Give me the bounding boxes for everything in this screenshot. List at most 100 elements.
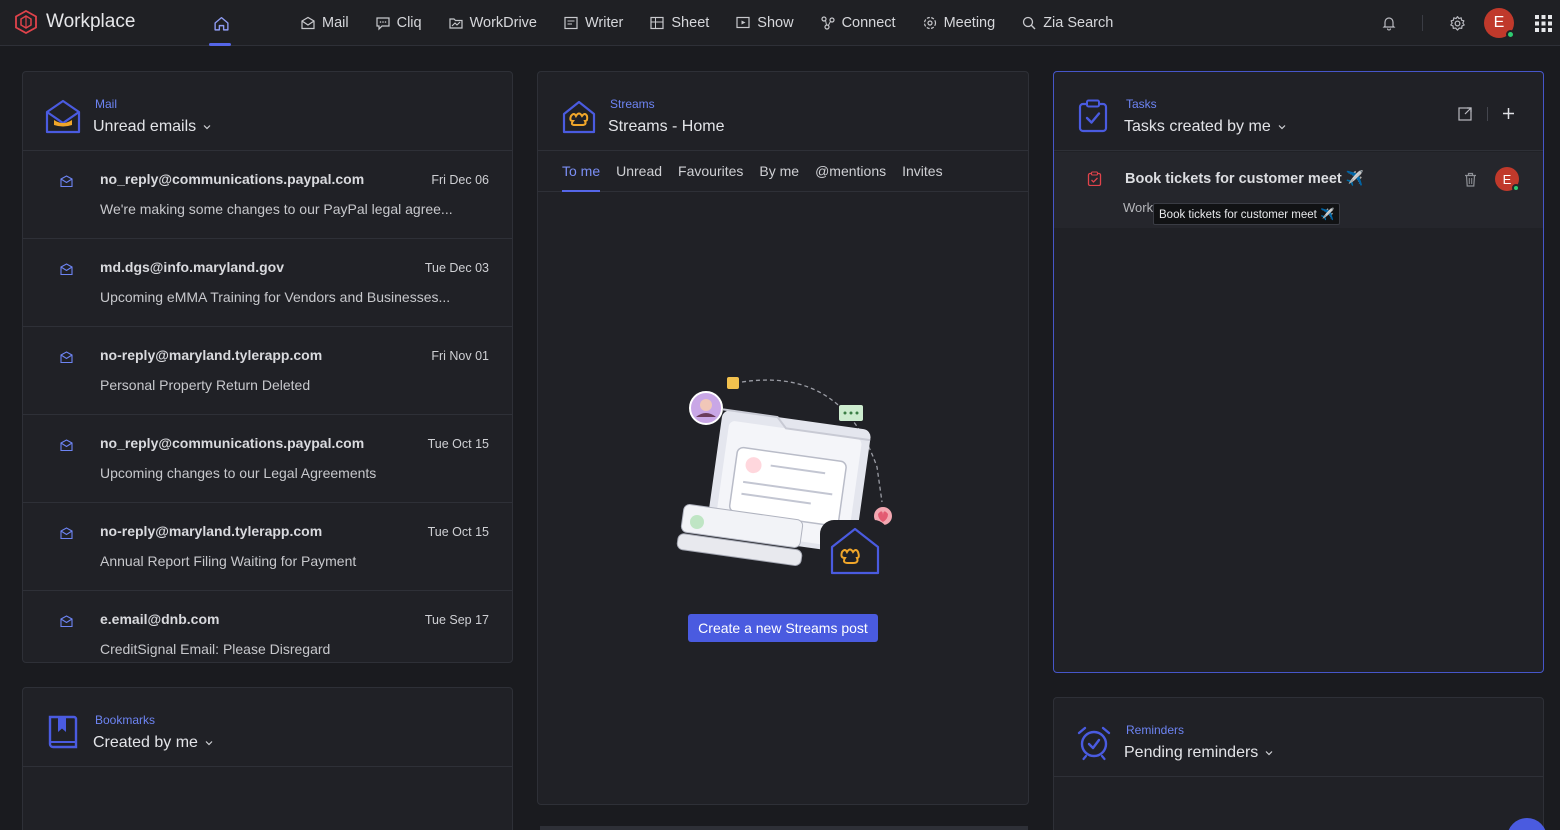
open-external-icon[interactable] (1458, 106, 1473, 121)
task-list-item[interactable]: Book tickets for customer meet ✈️ Work E… (1054, 152, 1543, 228)
mail-subject: Annual Report Filing Waiting for Payment (100, 553, 357, 569)
streams-title: Streams - Home (608, 118, 724, 136)
meeting-icon (923, 16, 936, 30)
reminders-widget-header: Reminders Pending reminders (1054, 698, 1543, 777)
trash-icon[interactable] (1464, 172, 1477, 187)
user-avatar[interactable]: E (1484, 8, 1515, 39)
nav-label: Meeting (943, 15, 996, 31)
widget-title: Unread emails (93, 118, 197, 135)
notifications-button[interactable] (1379, 13, 1399, 33)
streams-empty-illustration (676, 377, 892, 576)
mail-sender: no-reply@maryland.tylerapp.com (100, 347, 323, 363)
nav-label: Sheet (671, 15, 710, 31)
divider (1422, 15, 1423, 31)
mail-list-item[interactable]: no_reply@communications.paypal.com Tue O… (23, 415, 512, 503)
mail-sender: no_reply@communications.paypal.com (100, 171, 365, 187)
widget-title: Created by me (93, 734, 198, 751)
nav-label: Writer (584, 15, 624, 31)
create-streams-post-button[interactable]: Create a new Streams post (688, 614, 878, 642)
envelope-icon (60, 527, 73, 540)
bookmarks-widget-header: Bookmarks Created by me (23, 688, 512, 767)
envelope-icon (60, 351, 73, 364)
nav-zia-search[interactable]: Zia Search (1021, 15, 1113, 31)
streams-widget-header: Streams Streams - Home (538, 72, 1028, 151)
app-switcher-nav: Mail Cliq WorkDrive Writer Sheet Show Co… (300, 0, 1113, 46)
nav-sheet[interactable]: Sheet (649, 15, 709, 31)
widget-kicker: Bookmarks (95, 713, 156, 727)
mail-list-item[interactable]: no_reply@communications.paypal.com Fri D… (23, 151, 512, 239)
tab-unread[interactable]: Unread (616, 151, 662, 192)
mail-list-item[interactable]: no-reply@maryland.tylerapp.com Tue Oct 1… (23, 503, 512, 591)
mail-list-item[interactable]: no-reply@maryland.tylerapp.com Fri Nov 0… (23, 327, 512, 415)
envelope-icon (60, 175, 73, 188)
nav-mail[interactable]: Mail (300, 15, 349, 31)
app-grid-button[interactable] (1533, 13, 1553, 33)
envelope-icon (60, 439, 73, 452)
workplace-logo-icon (15, 10, 37, 34)
home-button[interactable] (208, 0, 234, 46)
mail-filter-dropdown[interactable]: Unread emails (93, 118, 212, 136)
tab-favourites[interactable]: Favourites (678, 151, 743, 192)
tab-invites[interactable]: Invites (902, 151, 942, 192)
add-task-icon[interactable] (1502, 107, 1515, 120)
mail-subject: We're making some changes to our PayPal … (100, 201, 453, 217)
tab-mentions[interactable]: @mentions (815, 151, 886, 192)
widget-kicker: Reminders (1126, 723, 1185, 737)
mail-icon (301, 16, 315, 30)
mail-subject: Upcoming changes to our Legal Agreements (100, 465, 377, 481)
chevron-down-icon (1265, 751, 1273, 756)
tasks-filter-dropdown[interactable]: Tasks created by me (1124, 118, 1287, 136)
online-status-dot (1506, 30, 1515, 39)
grid-icon (1534, 14, 1552, 32)
widget-kicker: Mail (95, 97, 118, 111)
nav-cliq[interactable]: Cliq (375, 15, 422, 31)
mail-list-item[interactable]: e.email@dnb.com Tue Sep 17 CreditSignal … (23, 591, 512, 662)
avatar-initial: E (1502, 171, 1512, 187)
nav-label: WorkDrive (469, 15, 537, 31)
widget-kicker: Tasks (1126, 97, 1157, 111)
widget-kicker: Streams (610, 97, 655, 111)
nav-meeting[interactable]: Meeting (922, 15, 996, 31)
streams-tabs: To me Unread Favourites By me @mentions … (538, 151, 1028, 192)
chat-icon (375, 17, 390, 31)
mail-subject: Personal Property Return Deleted (100, 377, 311, 393)
chevron-down-icon (203, 125, 211, 130)
task-assignee-avatar[interactable]: E (1495, 167, 1520, 192)
nav-show[interactable]: Show (735, 15, 794, 31)
mail-sender: e.email@dnb.com (100, 611, 220, 627)
sheet-icon (650, 16, 664, 30)
mail-date: Fri Nov 01 (431, 349, 489, 363)
app-name: Workplace (46, 11, 136, 32)
bookmarks-widget: Bookmarks Created by me (22, 687, 513, 830)
tasks-widget: Tasks Tasks created by me Book tickets f… (1053, 71, 1544, 673)
bell-icon (1382, 17, 1396, 31)
mail-list-item[interactable]: md.dgs@info.maryland.gov Tue Dec 03 Upco… (23, 239, 512, 327)
mail-date: Tue Oct 15 (427, 525, 489, 539)
gear-icon (1449, 15, 1465, 31)
nav-writer[interactable]: Writer (563, 15, 623, 31)
streams-home-icon (562, 100, 596, 134)
nav-label: Cliq (396, 15, 422, 31)
mail-date: Tue Sep 17 (424, 613, 489, 627)
nav-workdrive[interactable]: WorkDrive (448, 15, 537, 31)
mail-date: Fri Dec 06 (431, 173, 489, 187)
nav-connect[interactable]: Connect (820, 15, 896, 31)
reminders-filter-dropdown[interactable]: Pending reminders (1124, 744, 1274, 762)
clipboard-check-icon (1078, 99, 1108, 133)
mail-sender: no_reply@communications.paypal.com (100, 435, 365, 451)
alarm-clock-icon (1077, 726, 1111, 761)
show-icon (736, 16, 750, 29)
task-category: Work (1123, 200, 1154, 215)
bookmarks-filter-dropdown[interactable]: Created by me (93, 734, 214, 752)
mail-envelope-icon (45, 99, 81, 134)
mail-widget-header: Mail Unread emails (23, 72, 512, 151)
chevron-down-icon (205, 741, 213, 746)
mail-date: Tue Oct 15 (427, 437, 489, 451)
chevron-down-icon (1278, 125, 1286, 130)
tab-by-me[interactable]: By me (759, 151, 799, 192)
settings-button[interactable] (1447, 13, 1467, 33)
brand[interactable]: Workplace (14, 10, 135, 34)
top-navigation-bar: Workplace Mail Cliq WorkDrive Writer She… (0, 0, 1560, 46)
tab-to-me[interactable]: To me (562, 151, 601, 192)
task-clipboard-icon (1087, 171, 1102, 186)
